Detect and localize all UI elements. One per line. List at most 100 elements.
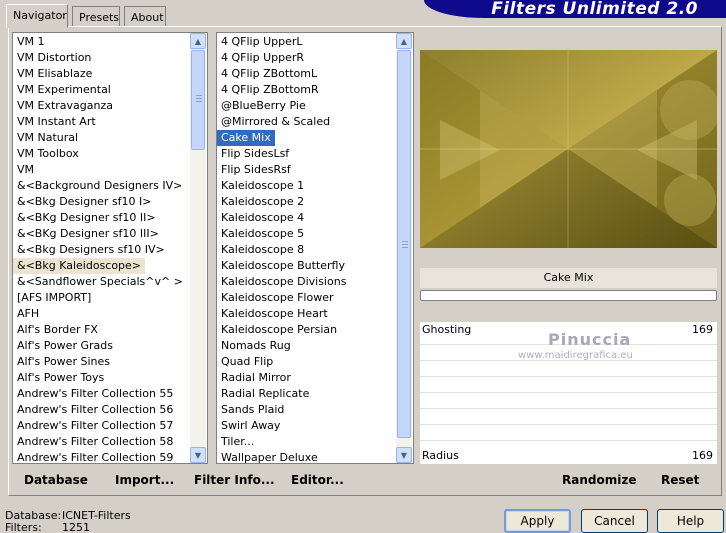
category-item[interactable]: VM Experimental	[13, 82, 207, 98]
category-item-label: VM Distortion	[17, 51, 92, 64]
help-button[interactable]: Help	[657, 509, 724, 533]
filter-item[interactable]: Kaleidoscope 8	[217, 242, 413, 258]
filter-scrollbar[interactable]: ▲ ▼	[396, 33, 412, 463]
scroll-down-icon[interactable]: ▼	[190, 447, 206, 463]
filter-item[interactable]: Kaleidoscope Heart	[217, 306, 413, 322]
category-item[interactable]: VM Extravaganza	[13, 98, 207, 114]
filter-item[interactable]: 4 QFlip UpperR	[217, 50, 413, 66]
filter-item-label: @BlueBerry Pie	[221, 99, 306, 112]
category-item[interactable]: &<Bkg Designers sf10 IV>	[13, 242, 207, 258]
category-item[interactable]: Alf's Power Sines	[13, 354, 207, 370]
filter-item[interactable]: Kaleidoscope 5	[217, 226, 413, 242]
filter-item[interactable]: 4 QFlip ZBottomR	[217, 82, 413, 98]
category-item[interactable]: AFH	[13, 306, 207, 322]
filter-item-label: 4 QFlip UpperR	[221, 51, 305, 64]
slider-radius[interactable]: Radius 169	[420, 448, 717, 464]
filter-item[interactable]: Swirl Away	[217, 418, 413, 434]
cancel-button[interactable]: Cancel	[581, 509, 648, 533]
category-item[interactable]: VM 1	[13, 34, 207, 50]
filter-item[interactable]: Kaleidoscope Persian	[217, 322, 413, 338]
editor-button[interactable]: Editor...	[291, 473, 344, 487]
filter-item[interactable]: 4 QFlip UpperL	[217, 34, 413, 50]
category-item[interactable]: &<Bkg Designer sf10 I>	[13, 194, 207, 210]
category-item[interactable]: Alf's Border FX	[13, 322, 207, 338]
filter-item[interactable]: Flip SidesLsf	[217, 146, 413, 162]
filter-item[interactable]: Cake Mix	[217, 130, 413, 146]
category-item-label: AFH	[17, 307, 40, 320]
reset-button[interactable]: Reset	[661, 473, 699, 487]
filter-item[interactable]: Wallpaper Deluxe	[217, 450, 413, 464]
category-item[interactable]: VM	[13, 162, 207, 178]
filter-item-label: @Mirrored & Scaled	[221, 115, 331, 128]
filter-item[interactable]: Kaleidoscope 2	[217, 194, 413, 210]
filter-item-label: 4 QFlip ZBottomL	[221, 67, 318, 80]
scroll-down-icon[interactable]: ▼	[396, 447, 412, 463]
filter-item[interactable]: Quad Flip	[217, 354, 413, 370]
filter-item-label: Kaleidoscope Divisions	[221, 275, 347, 288]
randomize-button[interactable]: Randomize	[562, 473, 636, 487]
filter-item[interactable]: Kaleidoscope Flower	[217, 290, 413, 306]
filter-item[interactable]: Tiler...	[217, 434, 413, 450]
filter-item[interactable]: Kaleidoscope Divisions	[217, 274, 413, 290]
watermark-url: www.maidiregrafica.eu	[518, 350, 633, 361]
category-item[interactable]: VM Elisablaze	[13, 66, 207, 82]
category-scrollbar[interactable]: ▲ ▼	[190, 33, 206, 463]
category-item[interactable]: Andrew's Filter Collection 56	[13, 402, 207, 418]
category-item-label: VM Experimental	[17, 83, 111, 96]
scroll-up-icon[interactable]: ▲	[190, 33, 206, 49]
category-item[interactable]: &<BKg Designer sf10 II>	[13, 210, 207, 226]
category-item-label: VM Natural	[17, 131, 79, 144]
category-item-label: VM Extravaganza	[17, 99, 114, 112]
filter-item-label: Kaleidoscope 8	[221, 243, 305, 256]
filter-item[interactable]: Kaleidoscope 1	[217, 178, 413, 194]
category-item[interactable]: &<BKg Designer sf10 III>	[13, 226, 207, 242]
tab-navigator[interactable]: Navigator	[6, 4, 68, 28]
category-item[interactable]: Andrew's Filter Collection 55	[13, 386, 207, 402]
filter-item[interactable]: Radial Mirror	[217, 370, 413, 386]
category-item[interactable]: Andrew's Filter Collection 59	[13, 450, 207, 463]
filter-item[interactable]: Kaleidoscope 4	[217, 210, 413, 226]
selected-filter-name: Cake Mix	[420, 268, 717, 288]
filter-item[interactable]: 4 QFlip ZBottomL	[217, 66, 413, 82]
scroll-thumb[interactable]	[191, 50, 205, 150]
category-item[interactable]: &<Background Designers IV>	[13, 178, 207, 194]
import-button[interactable]: Import...	[115, 473, 174, 487]
category-item-label: &<BKg Designer sf10 II>	[17, 211, 156, 224]
category-item[interactable]: VM Distortion	[13, 50, 207, 66]
category-item[interactable]: VM Instant Art	[13, 114, 207, 130]
category-item[interactable]: Alf's Power Toys	[13, 370, 207, 386]
tab-presets[interactable]: Presets	[72, 6, 120, 27]
filter-item[interactable]: Nomads Rug	[217, 338, 413, 354]
filter-item-label: Kaleidoscope 2	[221, 195, 305, 208]
category-list[interactable]: VM 1 VM Distortion VM Elisablaze VM Experim…	[12, 32, 208, 464]
filter-item[interactable]: Flip SidesRsf	[217, 162, 413, 178]
category-item[interactable]: Andrew's Filter Collection 58	[13, 434, 207, 450]
filter-item[interactable]: Sands Plaid	[217, 402, 413, 418]
category-item[interactable]: VM Natural	[13, 130, 207, 146]
category-item[interactable]: &<Sandflower Specials^v^ >	[13, 274, 207, 290]
filter-item[interactable]: Kaleidoscope Butterfly	[217, 258, 413, 274]
filter-item[interactable]: Radial Replicate	[217, 386, 413, 402]
filter-info-button[interactable]: Filter Info...	[194, 473, 275, 487]
filter-item-label: 4 QFlip ZBottomR	[221, 83, 319, 96]
filter-item-label: Kaleidoscope 4	[221, 211, 305, 224]
category-item[interactable]: &<Bkg Kaleidoscope>	[13, 258, 207, 274]
category-item[interactable]: Alf's Power Grads	[13, 338, 207, 354]
slider-label: Ghosting	[422, 323, 472, 336]
filter-list[interactable]: 4 QFlip UpperL 4 QFlip UpperR 4 QFlip ZBot…	[216, 32, 414, 464]
scroll-thumb[interactable]	[397, 50, 411, 438]
category-item[interactable]: VM Toolbox	[13, 146, 207, 162]
filter-item-label: Wallpaper Deluxe	[221, 451, 318, 464]
tab-about[interactable]: About	[124, 6, 166, 27]
slider-value: 169	[692, 449, 713, 462]
watermark-title: Pinuccia	[548, 330, 632, 349]
category-item[interactable]: Andrew's Filter Collection 57	[13, 418, 207, 434]
filter-item[interactable]: @Mirrored & Scaled	[217, 114, 413, 130]
category-item-label: &<Background Designers IV>	[17, 179, 183, 192]
database-button[interactable]: Database	[24, 473, 88, 487]
category-item[interactable]: [AFS IMPORT]	[13, 290, 207, 306]
filter-item-label: Kaleidoscope 5	[221, 227, 305, 240]
apply-button[interactable]: Apply	[504, 509, 571, 533]
scroll-up-icon[interactable]: ▲	[396, 33, 412, 49]
filter-item[interactable]: @BlueBerry Pie	[217, 98, 413, 114]
